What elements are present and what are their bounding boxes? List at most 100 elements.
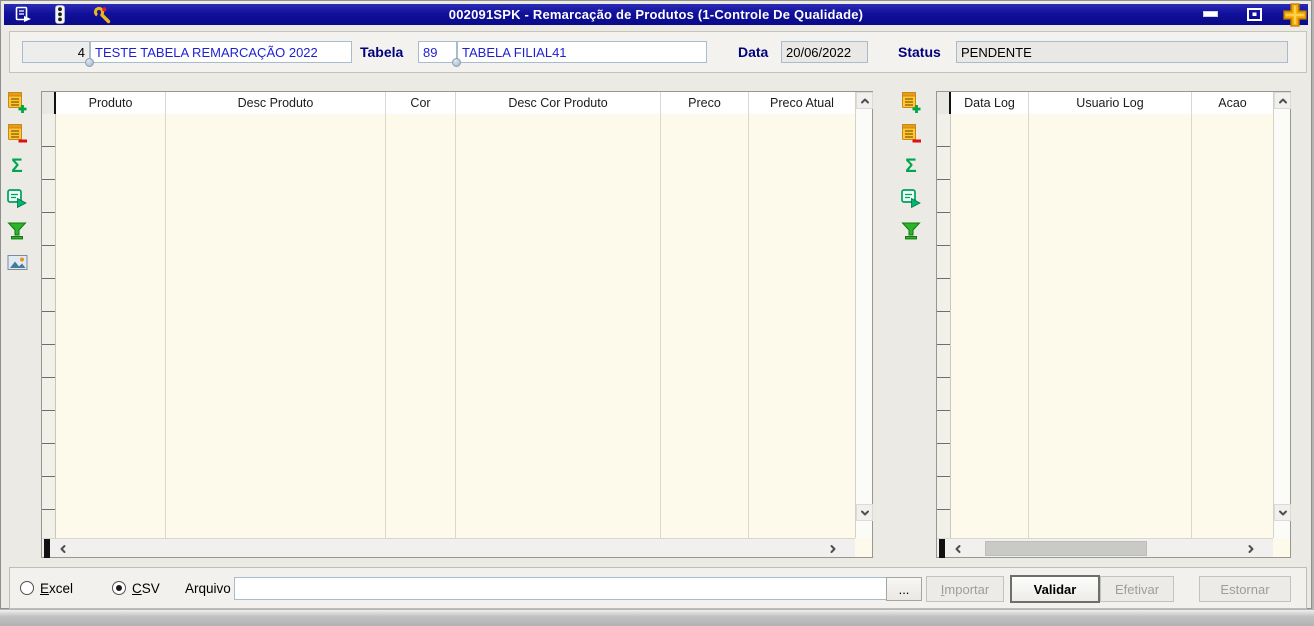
col-header-desc-cor-produto[interactable]: Desc Cor Produto [456,92,661,114]
taskbar-edge [0,610,1314,626]
chevron-down-glyph [860,510,869,515]
chevron-right-glyph [1248,544,1253,553]
importar-rest: mportar [944,581,990,597]
radio-excel-label[interactable]: Excel [40,581,73,596]
col-header-acao[interactable]: Acao [1192,92,1273,114]
left-grid-toolbar: Σ [3,89,31,281]
hscroll-thumb[interactable] [985,541,1147,556]
radio-csv[interactable] [112,581,126,595]
estornar-button[interactable]: Estornar [1199,576,1291,602]
scroll-left-icon[interactable] [949,540,966,557]
products-grid-header: Produto Desc Produto Cor Desc Cor Produt… [42,92,855,114]
export-grid-icon[interactable] [898,185,924,211]
body-col-preco [661,114,749,538]
log-grid-vscroll[interactable] [1273,92,1291,538]
tabela-desc-field[interactable]: TABELA FILIAL41 [457,41,707,63]
products-grid-hscroll[interactable] [42,538,855,558]
image-icon[interactable] [4,249,30,275]
chevron-right-glyph [830,544,835,553]
header-form-panel: 4 TESTE TABELA REMARCAÇÃO 2022 Tabela 89… [9,31,1307,73]
products-grid-body[interactable] [42,114,855,538]
body-col-desc-cor-produto [456,114,661,538]
filter-funnel-svg [901,222,921,239]
titlebar[interactable]: 002091SPK - Remarcação de Produtos (1-Co… [4,3,1308,27]
tabela-label: Tabela [360,44,404,60]
body-col-cor [386,114,456,538]
tabela-code-field[interactable]: 89 [418,41,457,63]
col-header-data-log[interactable]: Data Log [951,92,1029,114]
col-header-cor[interactable]: Cor [386,92,456,114]
add-row-icon[interactable] [4,89,30,115]
radio-selected-dot [116,585,122,591]
add-plus-button[interactable] [1280,1,1310,29]
col-header-preco[interactable]: Preco [661,92,749,114]
filter-funnel-icon[interactable] [4,217,30,243]
export-grid-svg [7,189,27,209]
scroll-down-icon[interactable] [856,504,873,521]
log-grid[interactable]: Data Log Usuario Log Acao [936,91,1291,558]
lookup-grip-icon [452,58,461,67]
sum-sigma-icon[interactable]: Σ [898,153,924,179]
scroll-up-icon[interactable] [856,92,873,109]
arquivo-label: Arquivo [185,581,231,596]
export-grid-svg [901,189,921,209]
body-col-usuario-log [1029,114,1192,538]
scroll-corner [855,538,872,557]
data-label: Data [738,44,769,60]
csv-rest: SV [141,581,160,596]
log-grid-toolbar: Σ [897,89,925,249]
log-grid-header: Data Log Usuario Log Acao [937,92,1273,114]
log-grid-hscroll[interactable] [937,538,1273,558]
log-grid-body[interactable] [937,114,1273,538]
row-indicator-header [42,92,56,114]
col-header-produto[interactable]: Produto [56,92,166,114]
scroll-down-icon[interactable] [1274,504,1291,521]
sigma-glyph: Σ [905,155,917,177]
body-col-acao [1192,114,1273,538]
importar-button[interactable]: Importar [926,576,1004,602]
remove-row-icon[interactable] [4,121,30,147]
csv-accel: C [132,581,142,596]
screen: 002091SPK - Remarcação de Produtos (1-Co… [0,0,1314,626]
radio-excel[interactable] [20,581,34,595]
window-title: 002091SPK - Remarcação de Produtos (1-Co… [448,7,864,22]
export-grid-icon[interactable] [4,185,30,211]
products-grid-vscroll[interactable] [855,92,873,538]
scroll-right-icon[interactable] [824,540,841,557]
body-col-preco-atual [749,114,855,538]
remove-row-svg [8,124,27,143]
scroll-right-icon[interactable] [1242,540,1259,557]
minimize-glyph [1202,11,1218,17]
row-indicator-column [42,114,56,538]
minimize-button[interactable] [1200,6,1220,22]
id-field[interactable]: 4 [22,41,90,63]
col-header-desc-produto[interactable]: Desc Produto [166,92,386,114]
efetivar-button[interactable]: Efetivar [1100,576,1174,602]
products-grid[interactable]: Produto Desc Produto Cor Desc Cor Produt… [41,91,873,558]
filter-funnel-icon[interactable] [898,217,924,243]
status-field[interactable]: PENDENTE [956,41,1288,63]
add-row-icon[interactable] [898,89,924,115]
excel-accel: E [40,581,50,596]
browse-button[interactable]: ... [886,577,922,601]
validar-button[interactable]: Validar [1010,575,1100,603]
body-col-data-log [951,114,1029,538]
scroll-left-icon[interactable] [54,540,71,557]
app-window: 002091SPK - Remarcação de Produtos (1-Co… [0,0,1312,609]
table-name-field[interactable]: TESTE TABELA REMARCAÇÃO 2022 [90,41,352,63]
radio-csv-label[interactable]: CSV [132,581,160,596]
scroll-up-icon[interactable] [1274,92,1291,109]
remove-row-icon[interactable] [898,121,924,147]
arquivo-input[interactable] [234,577,888,600]
remove-row-svg [902,124,921,143]
col-header-preco-atual[interactable]: Preco Atual [749,92,855,114]
sigma-glyph: Σ [11,155,23,177]
col-header-usuario-log[interactable]: Usuario Log [1029,92,1192,114]
maximize-button[interactable] [1244,6,1264,22]
row-indicator-header [937,92,951,114]
excel-rest: xcel [49,581,74,596]
sum-sigma-icon[interactable]: Σ [4,153,30,179]
chevron-down-glyph [1278,510,1287,515]
data-field[interactable]: 20/06/2022 [781,41,868,63]
filter-funnel-svg [7,222,27,239]
